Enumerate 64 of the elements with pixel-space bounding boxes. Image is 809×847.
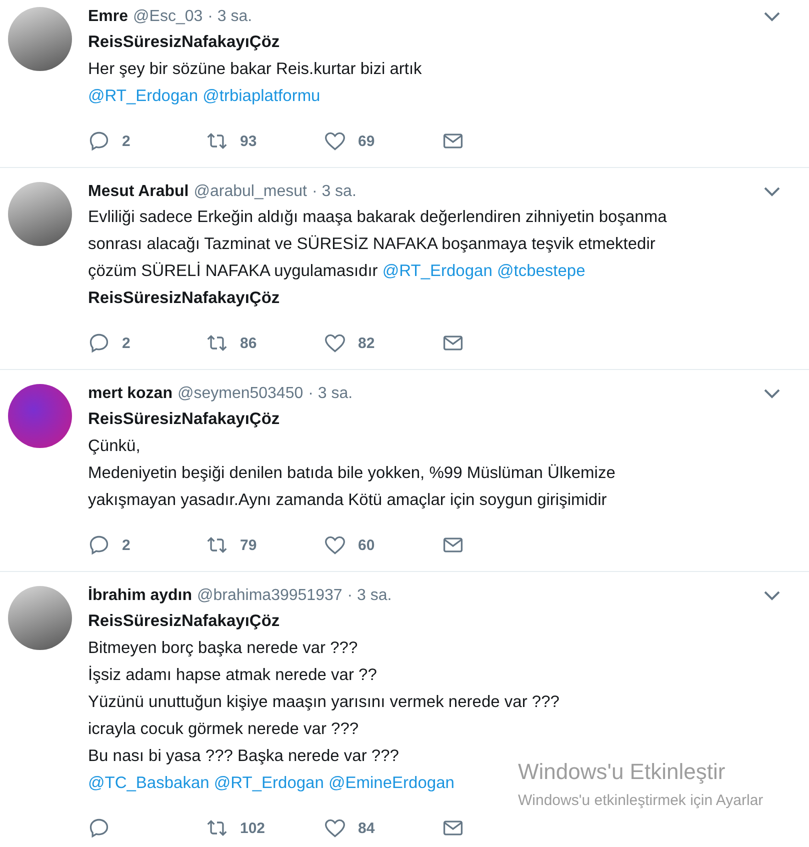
- user-handle[interactable]: @Esc_03: [133, 5, 203, 29]
- chevron-down-icon[interactable]: [763, 186, 781, 198]
- activation-title: Windows'u Etkinleştir: [518, 758, 726, 786]
- user-name[interactable]: Emre: [88, 5, 128, 29]
- tweet-text: Her şey bir sözüne bakar Reis.kurtar bizi artık: [88, 59, 423, 80]
- tweet-text: Medeniyetin beşiği denilen batıda bile yokken, %99 Müslüman Ülkemize: [88, 463, 616, 484]
- retweet-icon[interactable]: [206, 332, 228, 354]
- mention-link[interactable]: @TC_Basbakan: [88, 774, 210, 792]
- tweet-text: Evliliği sadece Erkeğin aldığı maaşa bakarak değerlendiren zihniyetin boşanma: [88, 207, 668, 228]
- activation-subtitle: Windows'u etkinleştirmek için Ayarlar: [518, 791, 764, 811]
- tweet-text: Bu nası bi yasa ??? Başka nerede var ???: [88, 746, 400, 767]
- retweet-icon[interactable]: [206, 534, 228, 556]
- like-count: 82: [358, 334, 375, 352]
- reply-icon[interactable]: [88, 332, 110, 354]
- hashtag[interactable]: ReisSüresizNafakayıÇöz: [88, 608, 789, 635]
- tweet-time[interactable]: · 3 sa.: [208, 5, 252, 29]
- user-name[interactable]: Mesut Arabul: [88, 180, 189, 204]
- user-handle[interactable]: @seymen503450: [177, 382, 304, 406]
- mention-link[interactable]: @RT_Erdogan: [214, 774, 324, 792]
- tweet-text: Yüzünü unuttuğun kişiye maaşın yarısını vermek nerede var ???: [88, 692, 560, 713]
- reply-icon[interactable]: [88, 130, 110, 152]
- mention-link[interactable]: @RT_Erdogan: [382, 262, 492, 280]
- mention-link[interactable]: @trbiaplatformu: [202, 87, 320, 105]
- tweet-text: yakışmayan yasadır.Aynı zamanda Kötü amaçlar için soygun girişimidir: [88, 490, 608, 511]
- tweet-time[interactable]: · 3 sa.: [308, 382, 353, 406]
- heart-icon[interactable]: [324, 534, 346, 556]
- tweet-text: İşsiz adamı hapse atmak nerede var ??: [88, 664, 378, 686]
- like-count: 60: [358, 536, 375, 554]
- hashtag[interactable]: ReisSüresizNafakayıÇöz: [88, 406, 789, 433]
- reply-count: 2: [122, 334, 130, 352]
- chevron-down-icon[interactable]: [763, 590, 781, 602]
- retweet-count: 79: [240, 536, 257, 554]
- retweet-count: 102: [240, 820, 266, 836]
- chevron-down-icon[interactable]: [763, 388, 781, 400]
- heart-icon[interactable]: [324, 332, 346, 354]
- tweet-text: Çünkü,: [88, 436, 142, 457]
- user-handle[interactable]: @arabul_mesut: [194, 180, 307, 204]
- retweet-count: 93: [240, 132, 257, 150]
- tweet-text: icrayla cocuk görmek nerede var ???: [88, 719, 360, 740]
- reply-icon[interactable]: [88, 817, 110, 839]
- tweet-text: çözüm SÜRELİ NAFAKA uygulamasıdır @RT_Erdogan @tcbestepe: [88, 260, 586, 282]
- retweet-count: 86: [240, 334, 257, 352]
- reply-count: 2: [122, 132, 130, 150]
- heart-icon[interactable]: [324, 817, 346, 839]
- retweet-icon[interactable]: [206, 130, 228, 152]
- heart-icon[interactable]: [324, 130, 346, 152]
- mention-link[interactable]: @RT_Erdogan: [88, 87, 198, 105]
- reply-count: 2: [122, 536, 130, 554]
- like-count: 84: [358, 820, 375, 836]
- tweet-time[interactable]: · 3 sa.: [347, 584, 392, 608]
- hashtag[interactable]: ReisSüresizNafakayıÇöz: [88, 29, 789, 56]
- user-handle[interactable]: @brahima39951937: [197, 584, 342, 608]
- reply-icon[interactable]: [88, 534, 110, 556]
- tweet-text: sonrası alacağı Tazminat ve SÜRESİZ NAFAKA boşanmaya teşvik etmektedir: [88, 234, 656, 255]
- user-name[interactable]: İbrahim aydın: [88, 584, 192, 608]
- user-name[interactable]: mert kozan: [88, 382, 172, 406]
- retweet-icon[interactable]: [206, 817, 228, 839]
- like-count: 69: [358, 132, 375, 150]
- hashtag[interactable]: ReisSüresizNafakayıÇöz: [88, 285, 789, 312]
- mention-link[interactable]: @EmineErdogan: [328, 774, 454, 792]
- chevron-down-icon[interactable]: [763, 11, 781, 23]
- mention-link[interactable]: @tcbestepe: [496, 262, 586, 280]
- tweet-text: Bitmeyen borç başka nerede var ???: [88, 638, 359, 659]
- tweet-time[interactable]: · 3 sa.: [312, 180, 356, 204]
